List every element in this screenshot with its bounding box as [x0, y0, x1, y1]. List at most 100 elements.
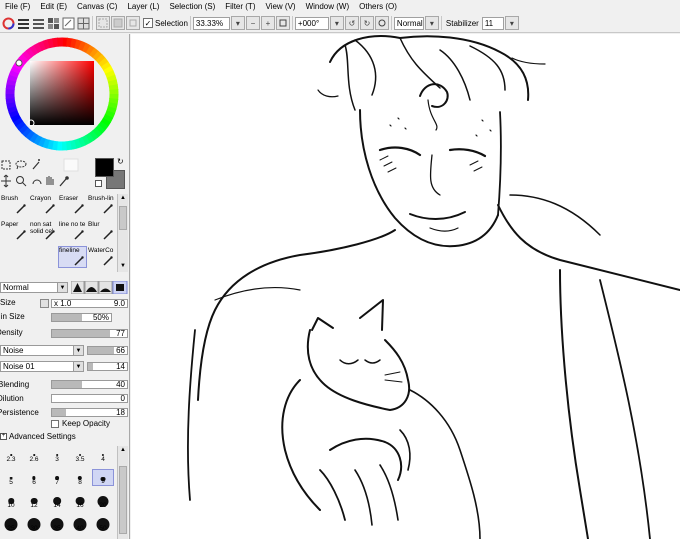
advanced-settings-toggle[interactable]: Advanced Settings — [9, 432, 76, 441]
invert-selection-button[interactable] — [111, 16, 125, 30]
brush-slot[interactable]: Crayon — [29, 194, 58, 216]
lasso-icon[interactable] — [15, 160, 27, 170]
brush-shape-selector[interactable] — [71, 281, 128, 294]
rect-select-icon[interactable] — [1, 160, 11, 170]
rgb-slider-icon[interactable] — [17, 17, 30, 30]
menu-edit[interactable]: Edit (E) — [35, 2, 72, 11]
rotate-tool-icon[interactable] — [32, 179, 42, 185]
swap-colors-icon[interactable]: ↻ — [117, 157, 124, 166]
brush-slot[interactable]: Eraser — [58, 194, 87, 216]
scratchpad-icon[interactable] — [62, 17, 75, 30]
hand-tool-icon[interactable] — [46, 176, 54, 185]
brush-slot[interactable]: Blur — [87, 220, 116, 242]
brush-slot[interactable]: line no te — [58, 220, 87, 242]
size-slider[interactable]: x 1.0 9.0 — [51, 299, 128, 308]
dilution-slider[interactable]: 0 — [51, 394, 128, 403]
selection-checkbox[interactable]: ✓ — [143, 18, 153, 28]
brush-size-label: 8 — [78, 479, 82, 486]
blending-slider[interactable]: 40 — [51, 380, 128, 389]
rotate-right-button[interactable]: ↻ — [359, 16, 374, 30]
rotation-reset-button[interactable] — [374, 16, 389, 30]
brush-slot[interactable] — [0, 246, 29, 268]
brush-slot[interactable] — [29, 246, 58, 268]
keep-opacity-checkbox[interactable] — [51, 420, 59, 428]
brush-size-option[interactable]: 2.6 — [23, 446, 45, 463]
brush-size-option[interactable]: 2.3 — [0, 446, 22, 463]
brush-size-option[interactable]: 50 — [92, 515, 114, 532]
zoom-reset-button[interactable] — [275, 16, 290, 30]
color-wheel-mode-icon[interactable] — [2, 17, 15, 30]
zoom-out-button[interactable]: − — [245, 16, 260, 30]
drawing-canvas[interactable] — [131, 34, 680, 539]
deselect-button[interactable] — [96, 16, 110, 30]
zoom-tool-icon[interactable] — [16, 176, 27, 187]
stabilizer-field[interactable]: 11 — [481, 16, 504, 30]
hsv-slider-icon[interactable] — [32, 17, 45, 30]
brush-slot[interactable]: WaterCo — [87, 246, 116, 268]
show-selection-button[interactable] — [126, 16, 140, 30]
primary-color-swatch[interactable] — [95, 158, 114, 177]
brush-slot[interactable]: Brush-lin — [87, 194, 116, 216]
size-multiplier-button[interactable] — [40, 299, 49, 308]
brush-slot[interactable]: Brush — [0, 194, 29, 216]
menu-layer[interactable]: Layer (L) — [122, 2, 164, 11]
brush-size-option[interactable]: 25 — [0, 515, 22, 532]
menu-canvas[interactable]: Canvas (C) — [72, 2, 122, 11]
menu-view[interactable]: View (V) — [260, 2, 300, 11]
eyedropper-icon[interactable] — [59, 176, 69, 187]
stabilizer-dropdown-button[interactable]: ▾ — [504, 16, 519, 30]
brush-grid-scrollbar[interactable]: ▲ ▼ — [117, 194, 128, 272]
color-wheel[interactable] — [0, 34, 130, 154]
menu-window[interactable]: Window (W) — [301, 2, 355, 11]
density-slider[interactable]: 77 — [51, 329, 128, 338]
rotate-left-button[interactable]: ↺ — [344, 16, 359, 30]
brush-size-option[interactable]: 12 — [23, 492, 45, 509]
zoom-in-button[interactable]: + — [260, 16, 275, 30]
brush-size-option[interactable]: 7 — [46, 469, 68, 486]
texture-strength-slider[interactable]: 14 — [87, 362, 128, 371]
brush-size-option[interactable]: 6 — [23, 469, 45, 486]
brush-size-label: 16 — [76, 502, 84, 509]
brush-size-option[interactable]: 10 — [0, 492, 22, 509]
brush-size-option[interactable]: 9 — [92, 469, 114, 486]
brush-size-option[interactable]: 40 — [69, 515, 91, 532]
swatch-icon[interactable] — [47, 17, 60, 30]
brush-size-option[interactable]: 3 — [46, 446, 68, 463]
texture-slider[interactable]: 66 — [87, 346, 128, 355]
blend-mode-dropdown-button[interactable]: ▾ — [424, 16, 439, 30]
persistence-slider[interactable]: 18 — [51, 408, 128, 417]
transparent-color-icon[interactable] — [95, 180, 102, 187]
brush-icon — [103, 230, 113, 240]
brush-size-option[interactable]: 20 — [92, 492, 114, 509]
zoom-down-button[interactable]: ▾ — [230, 16, 245, 30]
size-grid-scrollbar[interactable]: ▲ — [117, 446, 128, 539]
brush-size-option[interactable]: 16 — [69, 492, 91, 509]
blend-mode-field[interactable]: Normal — [393, 16, 424, 30]
brush-size-option[interactable]: 14 — [46, 492, 68, 509]
zoom-field[interactable]: 33.33% — [192, 16, 230, 30]
texture-dropdown[interactable]: Noise 01 ▼ — [0, 361, 84, 372]
min-size-slider[interactable]: 50% — [51, 313, 112, 322]
brush-size-option[interactable]: 3.5 — [69, 446, 91, 463]
menu-selection[interactable]: Selection (S) — [164, 2, 220, 11]
brush-slot[interactable]: fineline — [58, 246, 87, 268]
move-icon[interactable] — [1, 174, 11, 188]
brush-size-option[interactable]: 4 — [92, 446, 114, 463]
texture-mode-value: Noise — [3, 346, 24, 355]
brush-slot[interactable]: non sat solid cel — [29, 220, 58, 242]
brush-size-option[interactable]: 30 — [23, 515, 45, 532]
menu-filter[interactable]: Filter (T) — [220, 2, 260, 11]
expand-icon[interactable]: + — [0, 433, 7, 440]
menu-file[interactable]: File (F) — [0, 2, 35, 11]
brush-size-option[interactable]: 35 — [46, 515, 68, 532]
texture-mode-dropdown[interactable]: Noise ▼ — [0, 345, 84, 356]
palette-grid-icon[interactable] — [77, 17, 90, 30]
rotation-field[interactable]: +000° — [294, 16, 329, 30]
brush-size-option[interactable]: 5 — [0, 469, 22, 486]
rotation-down-button[interactable]: ▾ — [329, 16, 344, 30]
brush-mode-dropdown[interactable]: Normal ▼ — [0, 282, 68, 293]
magic-wand-icon[interactable] — [32, 159, 40, 170]
brush-size-option[interactable]: 8 — [69, 469, 91, 486]
brush-slot[interactable]: Paper — [0, 220, 29, 242]
menu-others[interactable]: Others (O) — [354, 2, 402, 11]
